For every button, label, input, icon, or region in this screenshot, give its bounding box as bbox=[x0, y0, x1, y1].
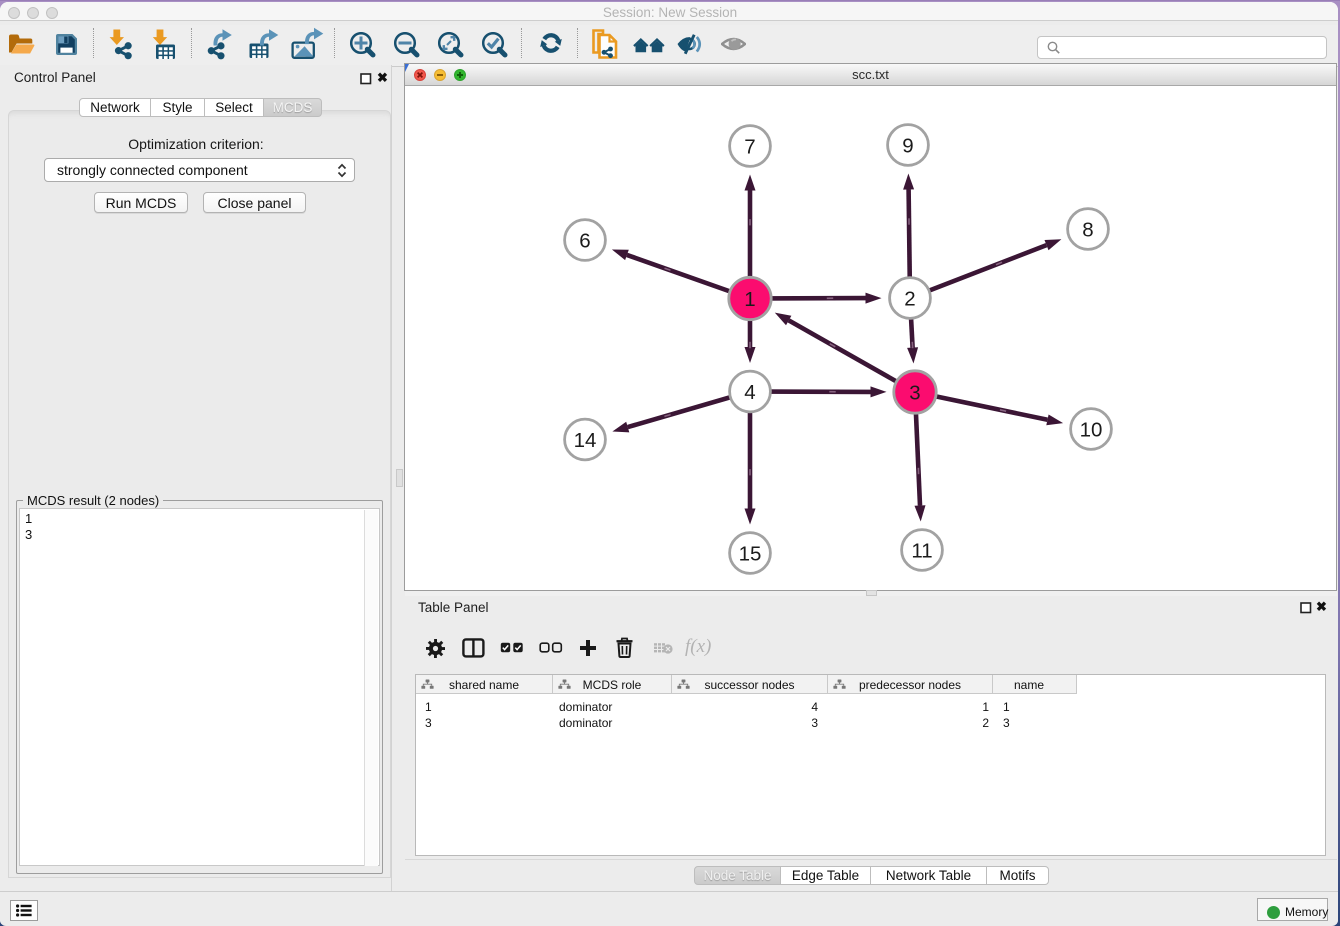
svg-text:6: 6 bbox=[579, 229, 590, 252]
svg-text:4: 4 bbox=[744, 381, 755, 404]
svg-text:9: 9 bbox=[902, 134, 913, 157]
svg-text:14: 14 bbox=[574, 429, 597, 452]
svg-text:15: 15 bbox=[739, 542, 762, 565]
svg-text:10: 10 bbox=[1080, 418, 1103, 441]
svg-text:2: 2 bbox=[904, 287, 915, 310]
svg-text:11: 11 bbox=[911, 539, 932, 562]
svg-text:8: 8 bbox=[1082, 218, 1093, 241]
svg-text:1: 1 bbox=[744, 288, 755, 311]
svg-text:7: 7 bbox=[744, 135, 755, 158]
svg-text:3: 3 bbox=[909, 381, 920, 404]
